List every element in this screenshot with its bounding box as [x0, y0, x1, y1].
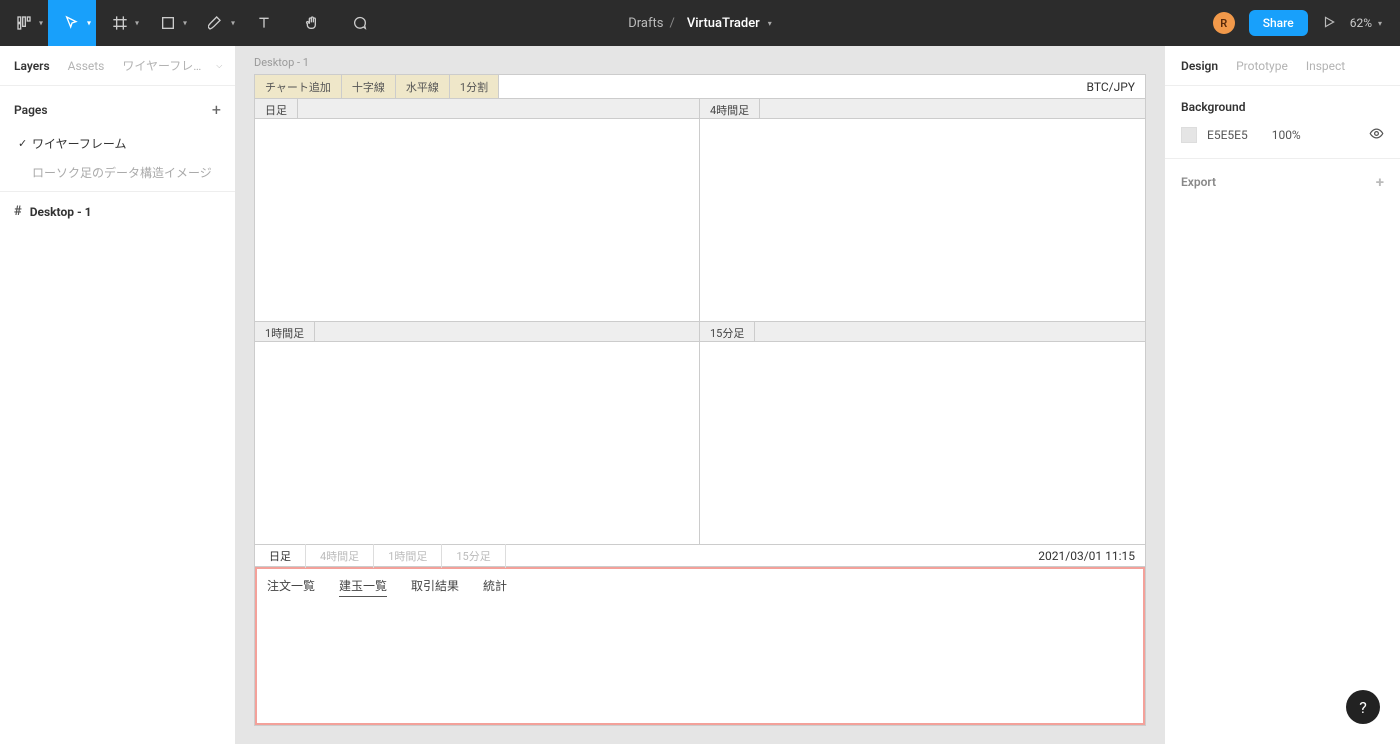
breadcrumb[interactable]: Drafts / VirtuaTrader ▾ [628, 16, 772, 31]
move-tool-button[interactable]: ▾ [48, 0, 96, 46]
page-dropdown[interactable]: ワイヤーフレー… ⌵ [122, 57, 222, 74]
page-item[interactable]: ✓ ワイヤーフレーム [0, 129, 235, 158]
timeframe-tab[interactable]: 15分足 [442, 544, 505, 568]
timeframe-strip: 日足 4時間足 1時間足 15分足 2021/03/01 11:15 [255, 545, 1145, 567]
layer-row-frame[interactable]: # Desktop - 1 [0, 196, 235, 227]
stats-tab[interactable]: 統計 [483, 577, 507, 597]
add-export-button[interactable]: + [1376, 173, 1384, 191]
chart-cell[interactable]: 4時間足 [700, 99, 1145, 322]
tab-layers[interactable]: Layers [14, 59, 50, 73]
chart-body[interactable] [700, 119, 1145, 321]
check-icon: ✓ [18, 137, 32, 150]
toolbar-spacer [499, 75, 1076, 98]
tab-design[interactable]: Design [1181, 59, 1218, 73]
page-item-label: ワイヤーフレーム [32, 135, 127, 152]
left-panel: Layers Assets ワイヤーフレー… ⌵ Pages + ✓ ワイヤーフ… [0, 46, 236, 744]
chevron-down-icon: ▾ [1378, 19, 1382, 28]
wireframe-frame[interactable]: チャート追加 十字線 水平線 1分割 BTC/JPY 日足 4時間足 1時間足 … [254, 74, 1146, 726]
datetime-label: 2021/03/01 11:15 [1028, 549, 1145, 563]
top-toolbar: ▾ ▾ ▾ ▾ ▾ Drafts / VirtuaTrader ▾ R Shar… [0, 0, 1400, 46]
visibility-toggle[interactable] [1369, 126, 1384, 144]
divider [0, 191, 235, 192]
tab-inspect[interactable]: Inspect [1306, 59, 1345, 73]
add-page-button[interactable]: + [212, 100, 221, 119]
left-panel-tabs: Layers Assets ワイヤーフレー… ⌵ [0, 46, 235, 86]
share-button[interactable]: Share [1249, 10, 1308, 36]
split-1-button[interactable]: 1分割 [450, 75, 499, 98]
timeframe-tag: 15分足 [700, 322, 755, 341]
page-item-label: ローソク足のデータ構造イメージ [32, 164, 212, 181]
currency-pair-label: BTC/JPY [1077, 75, 1145, 98]
timeframe-tag: 日足 [255, 99, 298, 118]
menu-button[interactable]: ▾ [0, 0, 48, 46]
pages-header-label: Pages [14, 103, 48, 117]
chevron-down-icon: ⌵ [216, 61, 222, 71]
chart-body[interactable] [255, 342, 699, 544]
avatar[interactable]: R [1213, 12, 1235, 34]
chart-toolbar: チャート追加 十字線 水平線 1分割 BTC/JPY [255, 75, 1145, 99]
timeframe-tag: 1時間足 [255, 322, 315, 341]
chart-body[interactable] [255, 119, 699, 321]
color-swatch[interactable] [1181, 127, 1197, 143]
frame-tool-button[interactable]: ▾ [96, 0, 144, 46]
topbar-right-cluster: R Share 62% ▾ [1213, 10, 1400, 36]
page-item[interactable]: ローソク足のデータ構造イメージ [0, 158, 235, 187]
orders-panel-selected[interactable]: 注文一覧 建玉一覧 取引結果 統計 [255, 567, 1145, 725]
opacity-value[interactable]: 100% [1272, 128, 1301, 142]
canvas-area[interactable]: Desktop - 1 チャート追加 十字線 水平線 1分割 BTC/JPY 日… [236, 46, 1164, 744]
frame-icon: # [14, 204, 22, 219]
horizontal-line-button[interactable]: 水平線 [396, 75, 450, 98]
tab-prototype[interactable]: Prototype [1236, 59, 1288, 73]
timeframe-tab[interactable]: 4時間足 [306, 544, 374, 568]
timeframe-tab[interactable]: 日足 [255, 544, 306, 568]
folder-name: Drafts [628, 16, 663, 31]
pages-header: Pages + [0, 86, 235, 129]
section-title: Export [1181, 175, 1216, 189]
breadcrumb-separator: / [669, 16, 674, 31]
comment-tool-button[interactable] [336, 0, 384, 46]
zoom-value: 62% [1350, 16, 1372, 30]
pen-tool-button[interactable]: ▾ [192, 0, 240, 46]
right-panel-tabs: Design Prototype Inspect [1165, 46, 1400, 86]
section-title: Background [1181, 100, 1384, 114]
results-tab[interactable]: 取引結果 [411, 577, 459, 597]
chart-grid: 日足 4時間足 1時間足 15分足 [255, 99, 1145, 545]
positions-tab[interactable]: 建玉一覧 [339, 577, 387, 597]
hand-tool-button[interactable] [288, 0, 336, 46]
chart-body[interactable] [700, 342, 1145, 544]
present-button[interactable] [1322, 14, 1336, 33]
orders-tab[interactable]: 注文一覧 [267, 577, 315, 597]
color-hex-value[interactable]: E5E5E5 [1207, 128, 1248, 142]
tab-assets[interactable]: Assets [68, 59, 105, 73]
frame-title[interactable]: Desktop - 1 [254, 56, 309, 69]
project-name: VirtuaTrader [687, 16, 760, 31]
chart-cell[interactable]: 日足 [255, 99, 700, 322]
chart-cell[interactable]: 1時間足 [255, 322, 700, 545]
timeframe-tag: 4時間足 [700, 99, 760, 118]
export-section: Export + [1165, 159, 1400, 205]
orders-panel-tabs: 注文一覧 建玉一覧 取引結果 統計 [257, 569, 1143, 605]
text-tool-button[interactable] [240, 0, 288, 46]
help-button[interactable]: ? [1346, 690, 1380, 724]
crosshair-button[interactable]: 十字線 [342, 75, 396, 98]
add-chart-button[interactable]: チャート追加 [255, 75, 342, 98]
chart-cell[interactable]: 15分足 [700, 322, 1145, 545]
layer-label: Desktop - 1 [30, 205, 92, 219]
background-section: Background E5E5E5 100% [1165, 86, 1400, 159]
rectangle-tool-button[interactable]: ▾ [144, 0, 192, 46]
zoom-dropdown[interactable]: 62% ▾ [1350, 16, 1382, 30]
background-row[interactable]: E5E5E5 100% [1181, 126, 1384, 144]
page-dropdown-label: ワイヤーフレー… [122, 57, 212, 74]
timeframe-tab[interactable]: 1時間足 [374, 544, 442, 568]
right-panel: Design Prototype Inspect Background E5E5… [1164, 46, 1400, 744]
chevron-down-icon: ▾ [768, 19, 772, 28]
